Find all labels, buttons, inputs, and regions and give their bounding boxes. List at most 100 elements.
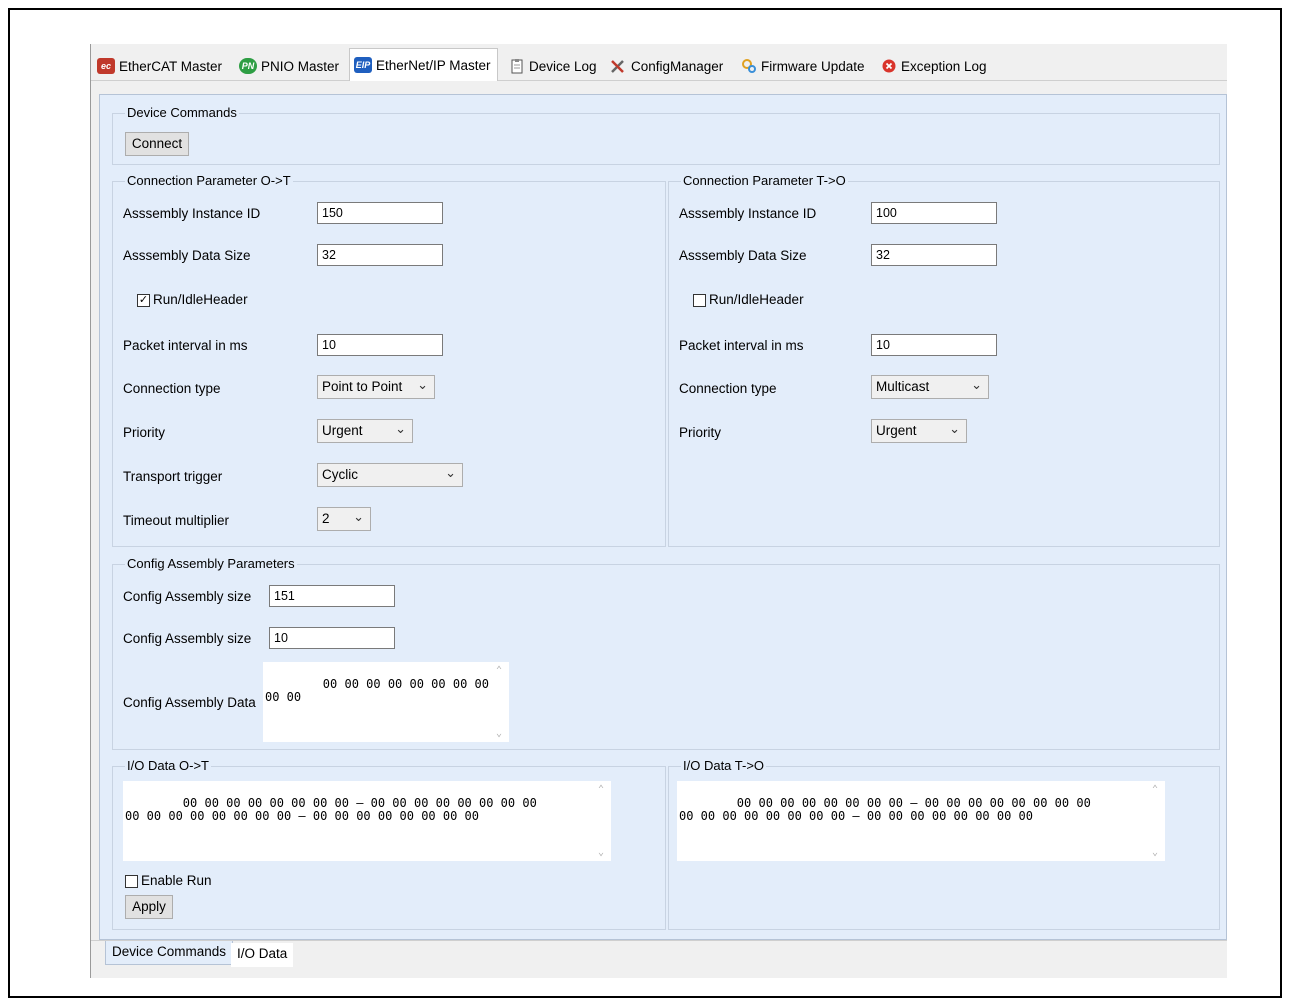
chevron-down-icon: ⌄ <box>353 509 364 524</box>
group-title: I/O Data T->O <box>681 758 767 773</box>
chevron-down-icon: ⌄ <box>395 421 406 436</box>
tab-io-data[interactable]: I/O Data <box>231 943 294 967</box>
scroll-up-icon[interactable]: ⌃ <box>496 664 502 677</box>
connection-parameter-ot-group: Connection Parameter O->T Asssembly Inst… <box>112 173 666 547</box>
tab-label: ConfigManager <box>631 58 724 74</box>
tab-device-commands[interactable]: Device Commands <box>105 941 234 965</box>
data-size-label: Asssembly Data Size <box>123 248 251 263</box>
tab-label: Exception Log <box>901 58 987 74</box>
select-value: 2 <box>322 511 330 526</box>
tab-firmware-update[interactable]: Firmware Update <box>741 54 865 78</box>
device-commands-group: Device Commands Connect <box>112 105 1220 165</box>
connection-type-label: Connection type <box>123 381 221 396</box>
transport-trigger-label: Transport trigger <box>123 469 223 484</box>
textarea-text: 00 00 00 00 00 00 00 00 00 00 <box>265 677 489 704</box>
config-assembly-group: Config Assembly Parameters Config Assemb… <box>112 556 1220 750</box>
instance-id-label: Asssembly Instance ID <box>123 206 261 221</box>
instance-id-input[interactable]: 150 <box>317 202 443 224</box>
group-title: Device Commands <box>125 105 239 120</box>
select-value: Point to Point <box>322 379 403 394</box>
tab-label: Device Log <box>529 58 597 74</box>
run-idle-label: Run/IdleHeader <box>153 292 248 307</box>
firmware-icon <box>742 59 756 73</box>
device-commands-panel: Device Commands Connect Connection Param… <box>99 94 1227 940</box>
clipboard-icon <box>511 59 523 74</box>
io-data-ot-textarea[interactable]: 00 00 00 00 00 00 00 00 – 00 00 00 00 00… <box>123 781 611 861</box>
scroll-down-icon[interactable]: ⌄ <box>598 846 604 859</box>
scroll-up-icon[interactable]: ⌃ <box>1152 783 1158 796</box>
tab-label: PNIO Master <box>261 58 340 74</box>
enable-run-checkbox[interactable] <box>125 875 138 888</box>
select-value: Cyclic <box>322 467 358 482</box>
select-value: Urgent <box>876 423 917 438</box>
scroll-down-icon[interactable]: ⌄ <box>496 727 502 740</box>
io-data-ot-group: I/O Data O->T 00 00 00 00 00 00 00 00 – … <box>112 758 666 930</box>
textarea-text: 00 00 00 00 00 00 00 00 – 00 00 00 00 00… <box>679 796 1091 823</box>
group-title: I/O Data O->T <box>125 758 211 773</box>
priority-select[interactable]: Urgent ⌄ <box>871 419 967 443</box>
run-idle-label: Run/IdleHeader <box>709 292 804 307</box>
connect-button[interactable]: Connect <box>125 132 189 156</box>
tab-exception-log[interactable]: Exception Log <box>881 54 987 78</box>
run-idle-checkbox[interactable] <box>693 294 706 307</box>
pn-icon: PN <box>239 58 257 74</box>
tab-pnio-master[interactable]: PN PNIO Master <box>239 54 339 78</box>
data-size-label: Asssembly Data Size <box>679 248 807 263</box>
connection-parameter-to-group: Connection Parameter T->O Asssembly Inst… <box>668 173 1220 547</box>
eip-icon: EIP <box>354 57 372 73</box>
connection-type-select[interactable]: Multicast ⌄ <box>871 375 989 399</box>
tab-ethercat-master[interactable]: ec EtherCAT Master <box>97 54 222 78</box>
packet-interval-label: Packet interval in ms <box>123 338 248 353</box>
tab-label: EtherNet/IP Master <box>376 57 491 73</box>
config-size-label: Config Assembly size <box>123 631 252 646</box>
tab-label: EtherCAT Master <box>119 58 223 74</box>
textarea-text: 00 00 00 00 00 00 00 00 – 00 00 00 00 00… <box>125 796 537 823</box>
enable-run-label: Enable Run <box>141 873 212 888</box>
packet-interval-input[interactable]: 10 <box>317 334 443 356</box>
config-data-label: Config Assembly Data <box>123 695 256 710</box>
config-size-label: Config Assembly size <box>123 589 252 604</box>
scrollbar[interactable]: ⌃ ⌄ <box>492 662 509 742</box>
select-value: Multicast <box>876 379 930 394</box>
chevron-down-icon: ⌄ <box>417 377 428 392</box>
group-title: Connection Parameter O->T <box>125 173 293 188</box>
packet-interval-input[interactable]: 10 <box>871 334 997 356</box>
scrollbar[interactable]: ⌃ ⌄ <box>594 781 611 861</box>
connection-type-select[interactable]: Point to Point ⌄ <box>317 375 435 399</box>
instance-id-input[interactable]: 100 <box>871 202 997 224</box>
data-size-input[interactable]: 32 <box>317 244 443 266</box>
scroll-up-icon[interactable]: ⌃ <box>598 783 604 796</box>
transport-trigger-select[interactable]: Cyclic ⌄ <box>317 463 463 487</box>
priority-label: Priority <box>679 425 722 440</box>
config-size-input[interactable]: 10 <box>269 627 395 649</box>
tab-ethernet-ip-master[interactable]: EIP EtherNet/IP Master <box>349 48 498 81</box>
config-data-textarea[interactable]: 00 00 00 00 00 00 00 00 00 00 ⌃ ⌄ <box>263 662 509 742</box>
chevron-down-icon: ⌄ <box>949 421 960 436</box>
tab-device-log[interactable]: Device Log <box>509 54 597 78</box>
apply-button[interactable]: Apply <box>125 895 173 919</box>
tab-label: Firmware Update <box>761 58 865 74</box>
ec-icon: ec <box>97 58 115 74</box>
io-data-to-group: I/O Data T->O 00 00 00 00 00 00 00 00 – … <box>668 758 1220 930</box>
config-size-input[interactable]: 151 <box>269 585 395 607</box>
io-data-to-textarea[interactable]: 00 00 00 00 00 00 00 00 – 00 00 00 00 00… <box>677 781 1165 861</box>
scrollbar[interactable]: ⌃ ⌄ <box>1148 781 1165 861</box>
error-icon <box>882 59 896 73</box>
chevron-down-icon: ⌄ <box>445 465 456 480</box>
tab-config-manager[interactable]: ConfigManager <box>609 54 723 78</box>
timeout-multiplier-label: Timeout multiplier <box>123 513 230 528</box>
timeout-multiplier-select[interactable]: 2 ⌄ <box>317 507 371 531</box>
packet-interval-label: Packet interval in ms <box>679 338 804 353</box>
group-title: Config Assembly Parameters <box>125 556 297 571</box>
top-tab-bar: ec EtherCAT Master PN PNIO Master EIP Et… <box>91 44 1227 81</box>
application-window: ec EtherCAT Master PN PNIO Master EIP Et… <box>90 44 1227 978</box>
bottom-tab-bar: Device Commands I/O Data <box>91 940 1227 967</box>
run-idle-checkbox[interactable]: ✓ <box>137 294 150 307</box>
data-size-input[interactable]: 32 <box>871 244 997 266</box>
scroll-down-icon[interactable]: ⌄ <box>1152 846 1158 859</box>
group-title: Connection Parameter T->O <box>681 173 848 188</box>
instance-id-label: Asssembly Instance ID <box>679 206 817 221</box>
priority-select[interactable]: Urgent ⌄ <box>317 419 413 443</box>
priority-label: Priority <box>123 425 166 440</box>
tools-icon <box>611 60 624 73</box>
